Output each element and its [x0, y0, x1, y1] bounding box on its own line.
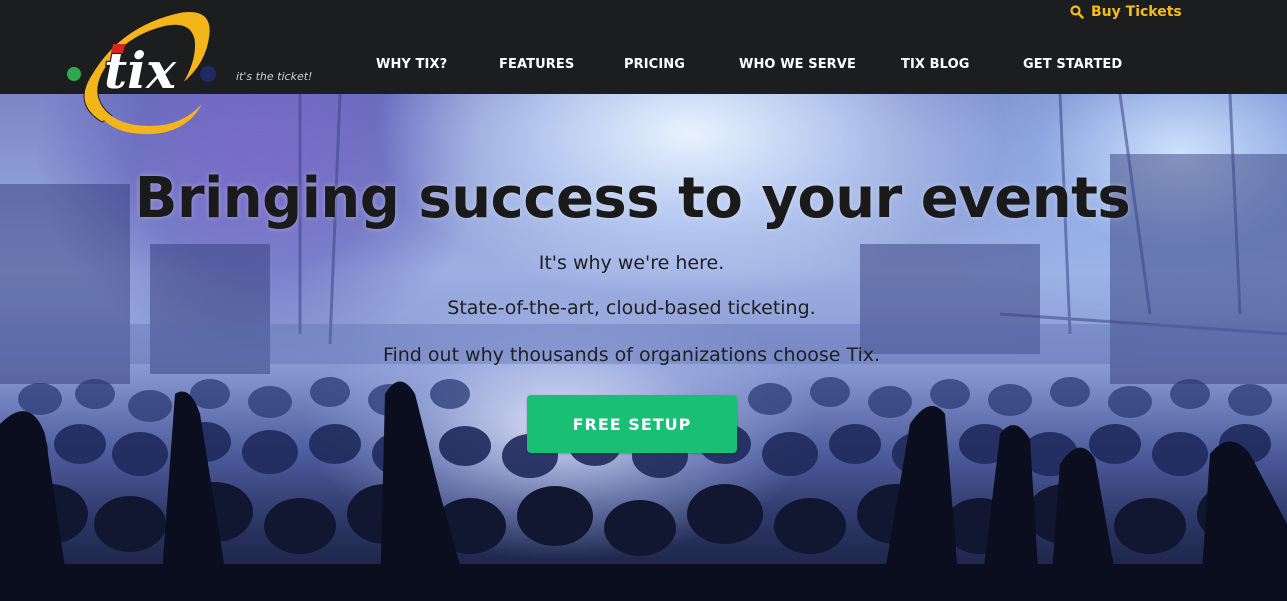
nav-features[interactable]: FEATURES — [499, 57, 574, 72]
nav-tix-blog[interactable]: TIX BLOG — [901, 57, 970, 72]
hero-title: Bringing success to your events — [134, 166, 1131, 231]
hero-line-cloud: State-of-the-art, cloud-based ticketing. — [447, 297, 816, 319]
nav-why-tix[interactable]: WHY TIX? — [376, 57, 447, 72]
hero-section: Bringing success to your events It's why… — [0, 94, 1287, 601]
nav-who-we-serve[interactable]: WHO WE SERVE — [739, 57, 856, 72]
nav-pricing[interactable]: PRICING — [624, 57, 685, 72]
buy-tickets-link[interactable]: Buy Tickets — [1070, 4, 1182, 20]
buy-tickets-label: Buy Tickets — [1091, 4, 1182, 20]
brand-tagline: it's the ticket! — [236, 70, 313, 83]
tix-logo[interactable]: tix — [62, 4, 222, 144]
free-setup-button[interactable]: FREE SETUP — [527, 395, 737, 453]
page: Bringing success to your events It's why… — [0, 0, 1287, 601]
hero-line-why: It's why we're here. — [538, 252, 725, 274]
nav-get-started[interactable]: GET STARTED — [1023, 57, 1122, 72]
hero-line-organizations: Find out why thousands of organizations … — [382, 344, 881, 366]
search-icon — [1070, 5, 1084, 19]
hero-content: Bringing success to your events It's why… — [0, 94, 1287, 601]
